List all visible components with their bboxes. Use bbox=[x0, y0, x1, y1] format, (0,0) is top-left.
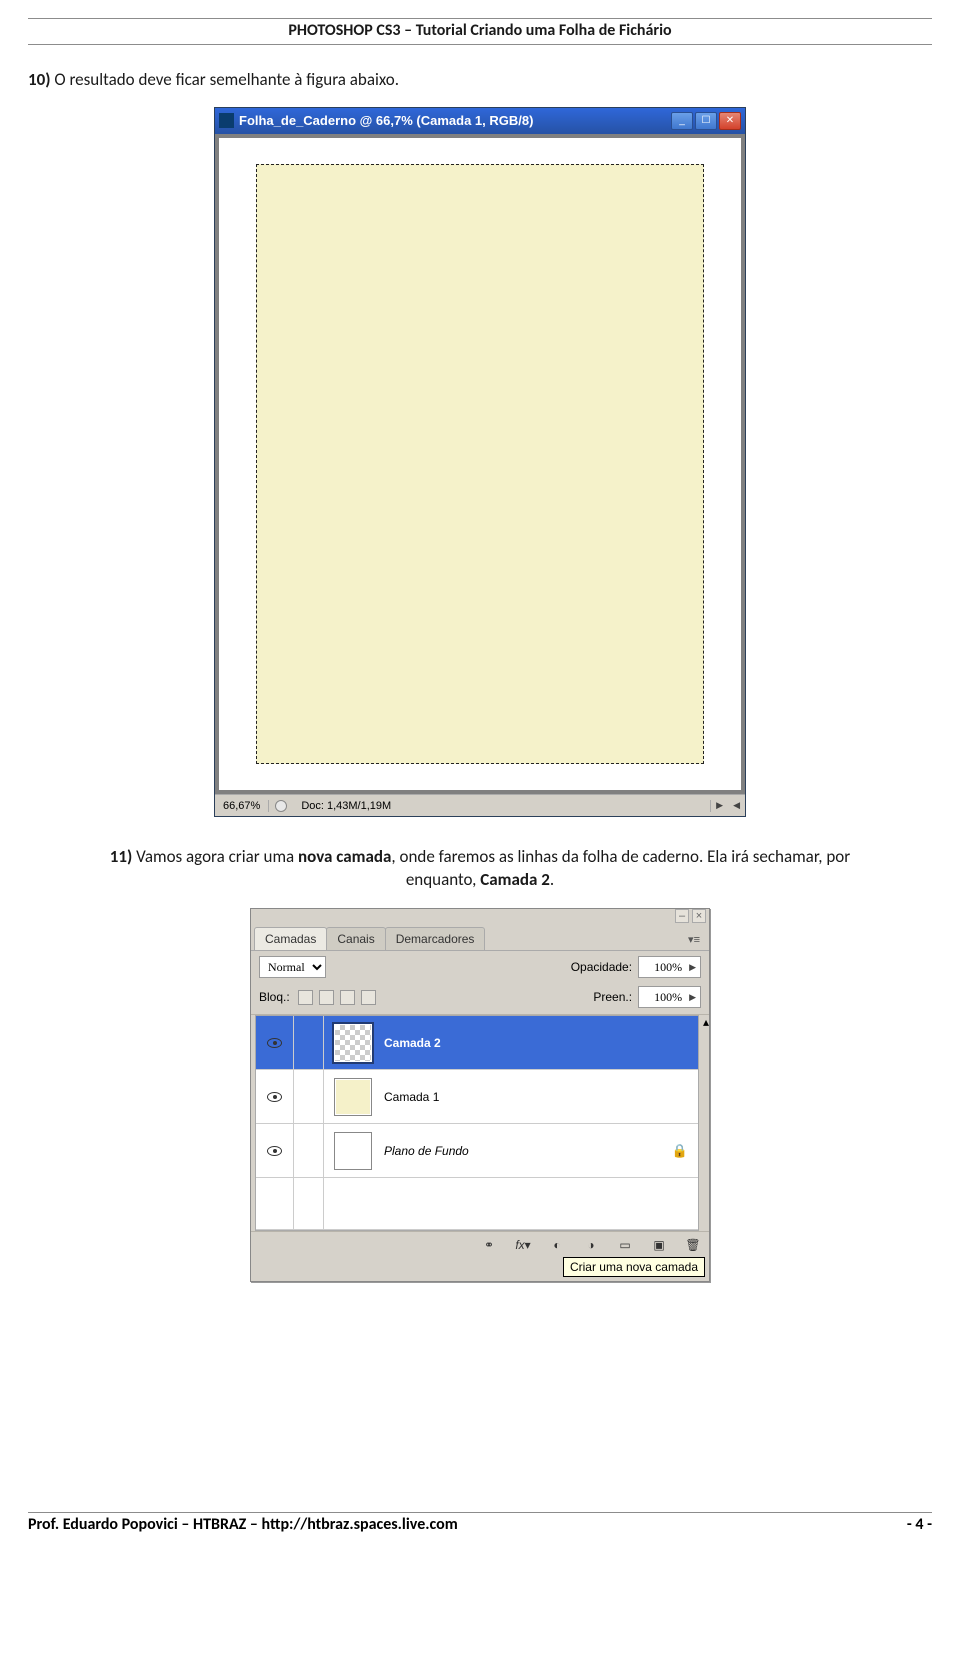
blend-mode-select[interactable]: Normal bbox=[259, 956, 326, 978]
panel-close-icon[interactable]: × bbox=[692, 909, 706, 923]
eye-icon bbox=[267, 1038, 282, 1048]
ps-app-icon bbox=[219, 113, 234, 128]
step-11-text: 11) Vamos agora criar uma nova camada, o… bbox=[28, 846, 932, 892]
visibility-toggle[interactable] bbox=[256, 1070, 294, 1123]
lock-transparent-icon[interactable] bbox=[298, 990, 313, 1005]
new-layer-icon[interactable]: ▣ bbox=[649, 1236, 669, 1254]
panel-tabs: Camadas Canais Demarcadores ▾≡ bbox=[251, 927, 709, 951]
panel-collapse-icon[interactable]: – bbox=[675, 909, 689, 923]
tab-canais[interactable]: Canais bbox=[326, 927, 385, 950]
lock-all-icon[interactable] bbox=[361, 990, 376, 1005]
step-11-pre: Vamos agora criar uma bbox=[132, 846, 298, 867]
lock-row: Bloq.: Preen.: ▶ bbox=[251, 983, 709, 1015]
fill-input[interactable]: ▶ bbox=[638, 986, 701, 1008]
page-footer: Prof. Eduardo Popovici – HTBRAZ – http:/… bbox=[28, 1513, 932, 1534]
layer-thumb-transparent bbox=[334, 1024, 372, 1062]
step-11-line2-post: . bbox=[550, 869, 554, 890]
zoom-readout[interactable]: 66,67% bbox=[215, 800, 269, 812]
trash-icon[interactable]: 🗑 bbox=[683, 1236, 703, 1254]
minimize-button[interactable]: _ bbox=[671, 112, 693, 130]
visibility-empty bbox=[256, 1178, 294, 1229]
scroll-left-icon[interactable]: ◀ bbox=[728, 800, 745, 811]
statusbar-menu-icon[interactable]: ▶ bbox=[711, 800, 728, 811]
step-10-number: 10) bbox=[28, 69, 51, 90]
tab-demarcadores[interactable]: Demarcadores bbox=[385, 927, 486, 950]
group-icon[interactable]: ▭ bbox=[615, 1236, 635, 1254]
layers-panel: – × Camadas Canais Demarcadores ▾≡ Norma… bbox=[250, 908, 710, 1282]
doc-info: Doc: 1,43M/1,19M bbox=[293, 800, 711, 812]
link-col bbox=[294, 1016, 324, 1069]
selection-marquee bbox=[256, 164, 705, 764]
step-11-number: 11) bbox=[110, 846, 133, 867]
layer-name[interactable]: Camada 2 bbox=[384, 1036, 441, 1050]
lock-label: Bloq.: bbox=[259, 990, 290, 1004]
layer-name[interactable]: Camada 1 bbox=[384, 1090, 439, 1104]
layers-footer: ⚭ fx▾ ◐ ◑ ▭ ▣ 🗑 bbox=[251, 1231, 709, 1257]
photoshop-document-window: Folha_de_Caderno @ 66,7% (Camada 1, RGB/… bbox=[215, 108, 745, 817]
close-button[interactable]: ✕ bbox=[719, 112, 741, 130]
layer-thumb-white bbox=[334, 1132, 372, 1170]
layer-row-empty bbox=[256, 1178, 698, 1230]
eye-icon bbox=[267, 1092, 282, 1102]
window-title: Folha_de_Caderno @ 66,7% (Camada 1, RGB/… bbox=[239, 113, 671, 128]
opacity-field[interactable] bbox=[639, 959, 685, 976]
link-col bbox=[294, 1124, 324, 1177]
adjustment-icon[interactable]: ◑ bbox=[581, 1236, 601, 1254]
layer-thumb-cream bbox=[334, 1078, 372, 1116]
fill-stepper-icon[interactable]: ▶ bbox=[685, 992, 700, 1003]
layers-list: Camada 2 Camada 1 bbox=[255, 1015, 699, 1231]
step-11-line2-pre: enquanto, bbox=[406, 869, 480, 890]
step-11-bold1: nova camada bbox=[298, 846, 391, 867]
blend-row: Normal Opacidade: ▶ bbox=[251, 951, 709, 983]
link-layers-icon[interactable]: ⚭ bbox=[479, 1236, 499, 1254]
visibility-toggle[interactable] bbox=[256, 1124, 294, 1177]
layer-row-camada2[interactable]: Camada 2 bbox=[256, 1016, 698, 1070]
visibility-toggle[interactable] bbox=[256, 1016, 294, 1069]
maximize-button[interactable]: ☐ bbox=[695, 112, 717, 130]
layer-row-background[interactable]: Plano de Fundo 🔒 bbox=[256, 1124, 698, 1178]
lock-paint-icon[interactable] bbox=[319, 990, 334, 1005]
header-rule-bottom bbox=[28, 44, 932, 45]
fx-icon[interactable]: fx▾ bbox=[513, 1236, 533, 1254]
tooltip-text: Criar uma nova camada bbox=[563, 1257, 705, 1277]
fill-field[interactable] bbox=[639, 989, 685, 1006]
statusbar-icon bbox=[275, 800, 287, 812]
link-col bbox=[294, 1178, 324, 1229]
layer-row-camada1[interactable]: Camada 1 bbox=[256, 1070, 698, 1124]
layers-scrollbar[interactable]: ▴ bbox=[703, 1015, 709, 1231]
opacity-label: Opacidade: bbox=[571, 960, 632, 974]
step-11-mid: , onde faremos as linhas da folha de cad… bbox=[391, 846, 850, 867]
tab-camadas[interactable]: Camadas bbox=[254, 927, 327, 950]
statusbar: 66,67% Doc: 1,43M/1,19M ▶ ◀ bbox=[215, 794, 745, 816]
step-11-bold2: Camada 2 bbox=[480, 869, 550, 890]
footer-page-number: - 4 - bbox=[907, 1515, 932, 1534]
canvas-area bbox=[215, 134, 745, 795]
link-col bbox=[294, 1070, 324, 1123]
panel-menu-icon[interactable]: ▾≡ bbox=[682, 929, 706, 950]
titlebar: Folha_de_Caderno @ 66,7% (Camada 1, RGB/… bbox=[215, 108, 745, 134]
step-10-body: O resultado deve ficar semelhante à figu… bbox=[51, 69, 400, 90]
page-header-title: PHOTOSHOP CS3 – Tutorial Criando uma Fol… bbox=[28, 19, 932, 44]
opacity-stepper-icon[interactable]: ▶ bbox=[685, 962, 700, 973]
document-canvas[interactable] bbox=[219, 138, 741, 791]
mask-icon[interactable]: ◐ bbox=[547, 1236, 567, 1254]
tooltip: Criar uma nova camada bbox=[255, 1257, 705, 1277]
lock-position-icon[interactable] bbox=[340, 990, 355, 1005]
layer-name[interactable]: Plano de Fundo bbox=[384, 1144, 469, 1158]
fill-label: Preen.: bbox=[593, 990, 632, 1004]
lock-icon: 🔒 bbox=[672, 1143, 688, 1159]
scroll-up-icon[interactable]: ▴ bbox=[703, 1015, 709, 1029]
step-10-text: 10) O resultado deve ficar semelhante à … bbox=[28, 69, 932, 92]
eye-icon bbox=[267, 1146, 282, 1156]
opacity-input[interactable]: ▶ bbox=[638, 956, 701, 978]
footer-left: Prof. Eduardo Popovici – HTBRAZ – http:/… bbox=[28, 1515, 458, 1534]
